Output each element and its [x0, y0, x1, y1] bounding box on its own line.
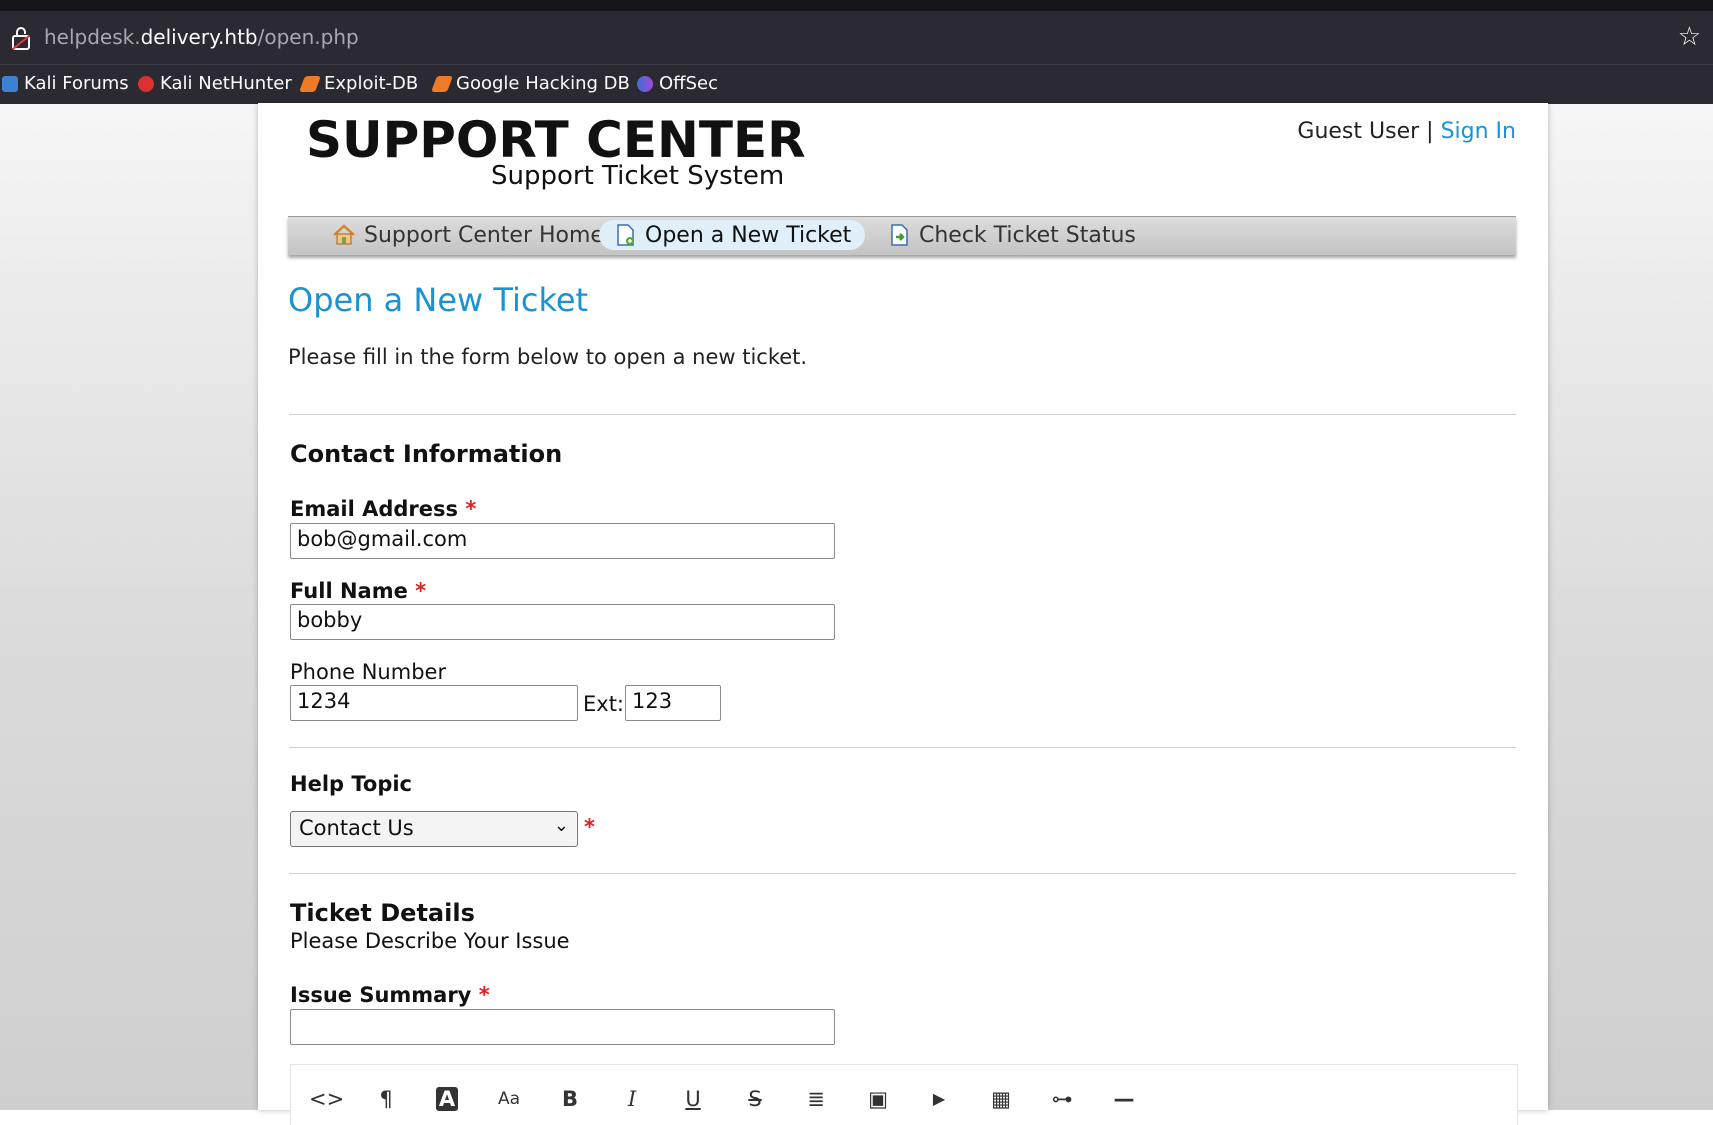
bookmark-kali-nethunter[interactable]: Kali NetHunter [138, 73, 292, 94]
guest-user-label: Guest User [1297, 119, 1420, 144]
required-marker: * [478, 983, 490, 1007]
issue-summary-label-text: Issue Summary [290, 983, 472, 1007]
help-topic-required: * [584, 815, 595, 839]
font-color-icon[interactable]: A [436, 1087, 458, 1111]
lock-icon [12, 27, 30, 50]
video-icon[interactable]: ▶ [924, 1087, 954, 1111]
paragraph-icon[interactable]: ¶ [371, 1087, 401, 1111]
chevron-down-icon: ⌄ [553, 815, 569, 836]
nav-item-open-ticket[interactable]: Open a New Ticket [599, 220, 866, 250]
nav-item-label: Support Center Home [364, 222, 604, 248]
bookmark-label: OffSec [659, 73, 718, 94]
issue-summary-label: Issue Summary * [290, 983, 490, 1007]
kali-icon [2, 75, 18, 92]
strikethrough-icon[interactable]: S [740, 1087, 770, 1111]
ticket-section-subtitle: Please Describe Your Issue [290, 929, 570, 953]
ghdb-icon [431, 75, 453, 92]
nav-item-label: Check Ticket Status [919, 222, 1136, 248]
horizontal-rule-icon[interactable]: — [1109, 1087, 1139, 1111]
page-intro: Please fill in the form below to open a … [288, 345, 808, 369]
bookmark-star-icon[interactable]: ☆ [1678, 23, 1701, 51]
image-icon[interactable]: ▣ [863, 1087, 893, 1111]
nav-item-label: Open a New Ticket [645, 222, 852, 248]
required-marker: * [415, 579, 427, 603]
phone-label: Phone Number [290, 660, 447, 684]
link-icon[interactable]: ⊶ [1047, 1087, 1077, 1111]
issue-summary-field[interactable] [290, 1009, 835, 1045]
url-host: delivery.htb [140, 25, 258, 49]
bookmark-offsec[interactable]: OffSec [637, 73, 718, 94]
window-top-strip [0, 0, 1713, 11]
email-field[interactable]: bob@gmail.com [290, 523, 835, 559]
logo-subtitle: Support Ticket System [491, 161, 785, 191]
ext-field[interactable]: 123 [625, 685, 721, 721]
bookmark-label: Kali Forums [24, 73, 129, 94]
main-nav: Support Center Home Open a New Ticket Ch… [288, 216, 1516, 255]
nav-item-check-status[interactable]: Check Ticket Status [873, 220, 1150, 250]
ticket-status-icon [891, 224, 908, 246]
full-name-label-text: Full Name [290, 579, 408, 603]
user-bar-separator: | [1426, 119, 1434, 144]
url-path: /open.php [257, 25, 359, 49]
bookmark-exploit-db[interactable]: Exploit-DB [299, 73, 419, 94]
font-size-icon[interactable]: Aa [494, 1087, 524, 1111]
page-container: SUPPORT CENTER Support Ticket System Gue… [258, 103, 1548, 1125]
bookmark-label: Exploit-DB [324, 73, 419, 94]
offsec-icon [637, 75, 653, 92]
sign-in-link[interactable]: Sign In [1441, 119, 1516, 144]
bookmark-label: Kali NetHunter [160, 73, 292, 94]
underline-icon[interactable]: U [678, 1087, 708, 1111]
editor-toolbar: <> ¶ A Aa B I U S ≣ ▣ ▶ ▦ ⊶ — [290, 1064, 1518, 1125]
user-bar: Guest User | Sign In [1297, 119, 1516, 144]
bold-icon[interactable]: B [555, 1087, 585, 1111]
list-icon[interactable]: ≣ [801, 1087, 831, 1111]
italic-icon[interactable]: I [617, 1087, 647, 1111]
help-topic-label: Help Topic [290, 772, 413, 796]
required-marker: * [584, 815, 595, 839]
divider [289, 414, 1516, 415]
exploit-db-icon [299, 75, 321, 92]
table-icon[interactable]: ▦ [986, 1087, 1016, 1111]
help-topic-select[interactable]: Contact Us ⌄ [290, 811, 578, 847]
code-icon[interactable]: <> [309, 1087, 344, 1111]
email-label: Email Address * [290, 497, 476, 521]
bookmarks-bar: Kali Forums Kali NetHunter Exploit-DB Go… [0, 64, 1713, 104]
bookmark-kali-forums[interactable]: Kali Forums [2, 73, 129, 94]
divider [289, 873, 1516, 874]
contact-section-title: Contact Information [290, 440, 563, 468]
new-ticket-icon [617, 224, 634, 246]
bookmark-google-hacking-db[interactable]: Google Hacking DB [431, 73, 630, 94]
email-label-text: Email Address [290, 497, 459, 521]
url-bar[interactable]: helpdesk.delivery.htb/open.php ☆ [0, 11, 1713, 64]
url-text[interactable]: helpdesk.delivery.htb/open.php [44, 25, 359, 49]
home-icon [333, 224, 355, 245]
ext-label: Ext: [583, 692, 625, 716]
full-name-field[interactable]: bobby [290, 604, 835, 640]
nethunter-icon [138, 75, 154, 92]
nav-item-home[interactable]: Support Center Home [318, 220, 618, 250]
ticket-section-title: Ticket Details [290, 899, 475, 927]
full-name-label: Full Name * [290, 579, 426, 603]
url-prefix: helpdesk. [44, 25, 141, 49]
divider [289, 747, 1516, 748]
bookmark-label: Google Hacking DB [456, 73, 630, 94]
phone-field[interactable]: 1234 [290, 685, 578, 721]
page-title: Open a New Ticket [288, 281, 589, 319]
required-marker: * [465, 497, 477, 521]
help-topic-selected: Contact Us [299, 816, 414, 840]
